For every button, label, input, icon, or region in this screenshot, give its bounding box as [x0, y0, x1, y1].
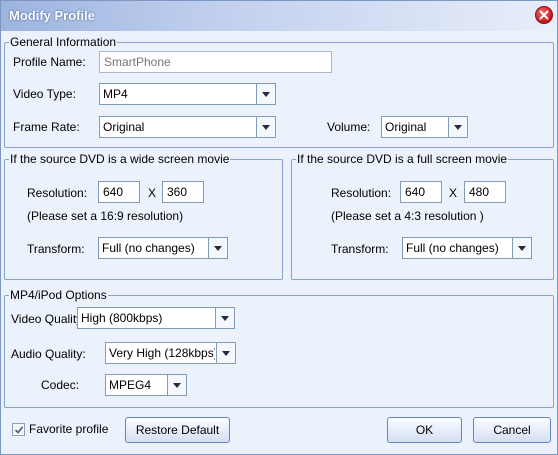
- video-quality-label: Video Quality:: [11, 312, 86, 326]
- volume-value: Original: [385, 120, 427, 134]
- chevron-down-icon[interactable]: [167, 375, 186, 395]
- ok-button[interactable]: OK: [387, 417, 462, 443]
- wide-width-input[interactable]: 640: [98, 181, 140, 203]
- wide-transform-select[interactable]: Full (no changes): [98, 237, 228, 259]
- general-information-legend: General Information: [10, 35, 117, 49]
- modify-profile-dialog: Modify Profile General Information Profi…: [0, 0, 558, 455]
- video-quality-value: High (800kbps): [81, 311, 163, 325]
- codec-value: MPEG4: [109, 378, 152, 392]
- video-type-select[interactable]: MP4: [99, 83, 276, 105]
- favorite-profile-checkbox[interactable]: [12, 423, 25, 436]
- codec-label: Codec:: [41, 378, 80, 392]
- full-resolution-hint: (Please set a 4:3 resolution ): [331, 209, 484, 223]
- chevron-down-icon[interactable]: [448, 117, 467, 137]
- audio-quality-label: Audio Quality:: [11, 347, 86, 361]
- video-quality-select[interactable]: High (800kbps): [77, 307, 235, 329]
- video-type-label: Video Type:: [13, 87, 76, 101]
- profile-name-input[interactable]: [99, 51, 332, 73]
- volume-label: Volume:: [327, 120, 371, 134]
- full-transform-value: Full (no changes): [406, 241, 499, 255]
- full-x-separator: X: [449, 186, 458, 200]
- wide-resolution-label: Resolution:: [27, 186, 88, 200]
- full-screen-legend: If the source DVD is a full screen movie: [297, 152, 508, 166]
- mp4-ipod-options-group: MP4/iPod Options: [4, 288, 554, 408]
- title-bar[interactable]: Modify Profile: [1, 1, 557, 31]
- full-transform-label: Transform:: [331, 242, 389, 256]
- favorite-profile-label[interactable]: Favorite profile: [29, 422, 108, 436]
- frame-rate-value: Original: [103, 120, 145, 134]
- chevron-down-icon[interactable]: [256, 84, 275, 104]
- codec-select[interactable]: MPEG4: [105, 374, 187, 396]
- cancel-button[interactable]: Cancel: [473, 417, 551, 443]
- volume-select[interactable]: Original: [381, 116, 468, 138]
- restore-default-button[interactable]: Restore Default: [125, 417, 230, 443]
- wide-screen-legend: If the source DVD is a wide screen movie: [10, 152, 230, 166]
- wide-resolution-hint: (Please set a 16:9 resolution): [27, 209, 184, 223]
- chevron-down-icon[interactable]: [256, 117, 275, 137]
- frame-rate-select[interactable]: Original: [99, 116, 276, 138]
- frame-rate-label: Frame Rate:: [13, 120, 80, 134]
- wide-x-separator: X: [148, 186, 157, 200]
- chevron-down-icon[interactable]: [208, 238, 227, 258]
- full-width-input[interactable]: 640: [400, 181, 442, 203]
- close-icon: [539, 10, 549, 20]
- full-height-input[interactable]: 480: [464, 181, 506, 203]
- mp4-ipod-options-legend: MP4/iPod Options: [10, 288, 107, 302]
- chevron-down-icon[interactable]: [215, 308, 234, 328]
- chevron-down-icon[interactable]: [512, 238, 531, 258]
- close-button[interactable]: [535, 6, 553, 24]
- audio-quality-value: Very High (128kbps): [109, 346, 215, 360]
- audio-quality-select[interactable]: Very High (128kbps): [105, 342, 236, 364]
- wide-transform-label: Transform:: [27, 242, 85, 256]
- video-type-value: MP4: [103, 87, 128, 101]
- checkmark-icon: [14, 426, 24, 434]
- full-resolution-label: Resolution:: [331, 186, 392, 200]
- wide-transform-value: Full (no changes): [102, 241, 195, 255]
- chevron-down-icon[interactable]: [216, 343, 235, 363]
- window-title: Modify Profile: [9, 8, 95, 23]
- wide-height-input[interactable]: 360: [162, 181, 204, 203]
- profile-name-label: Profile Name:: [13, 55, 86, 69]
- full-transform-select[interactable]: Full (no changes): [402, 237, 532, 259]
